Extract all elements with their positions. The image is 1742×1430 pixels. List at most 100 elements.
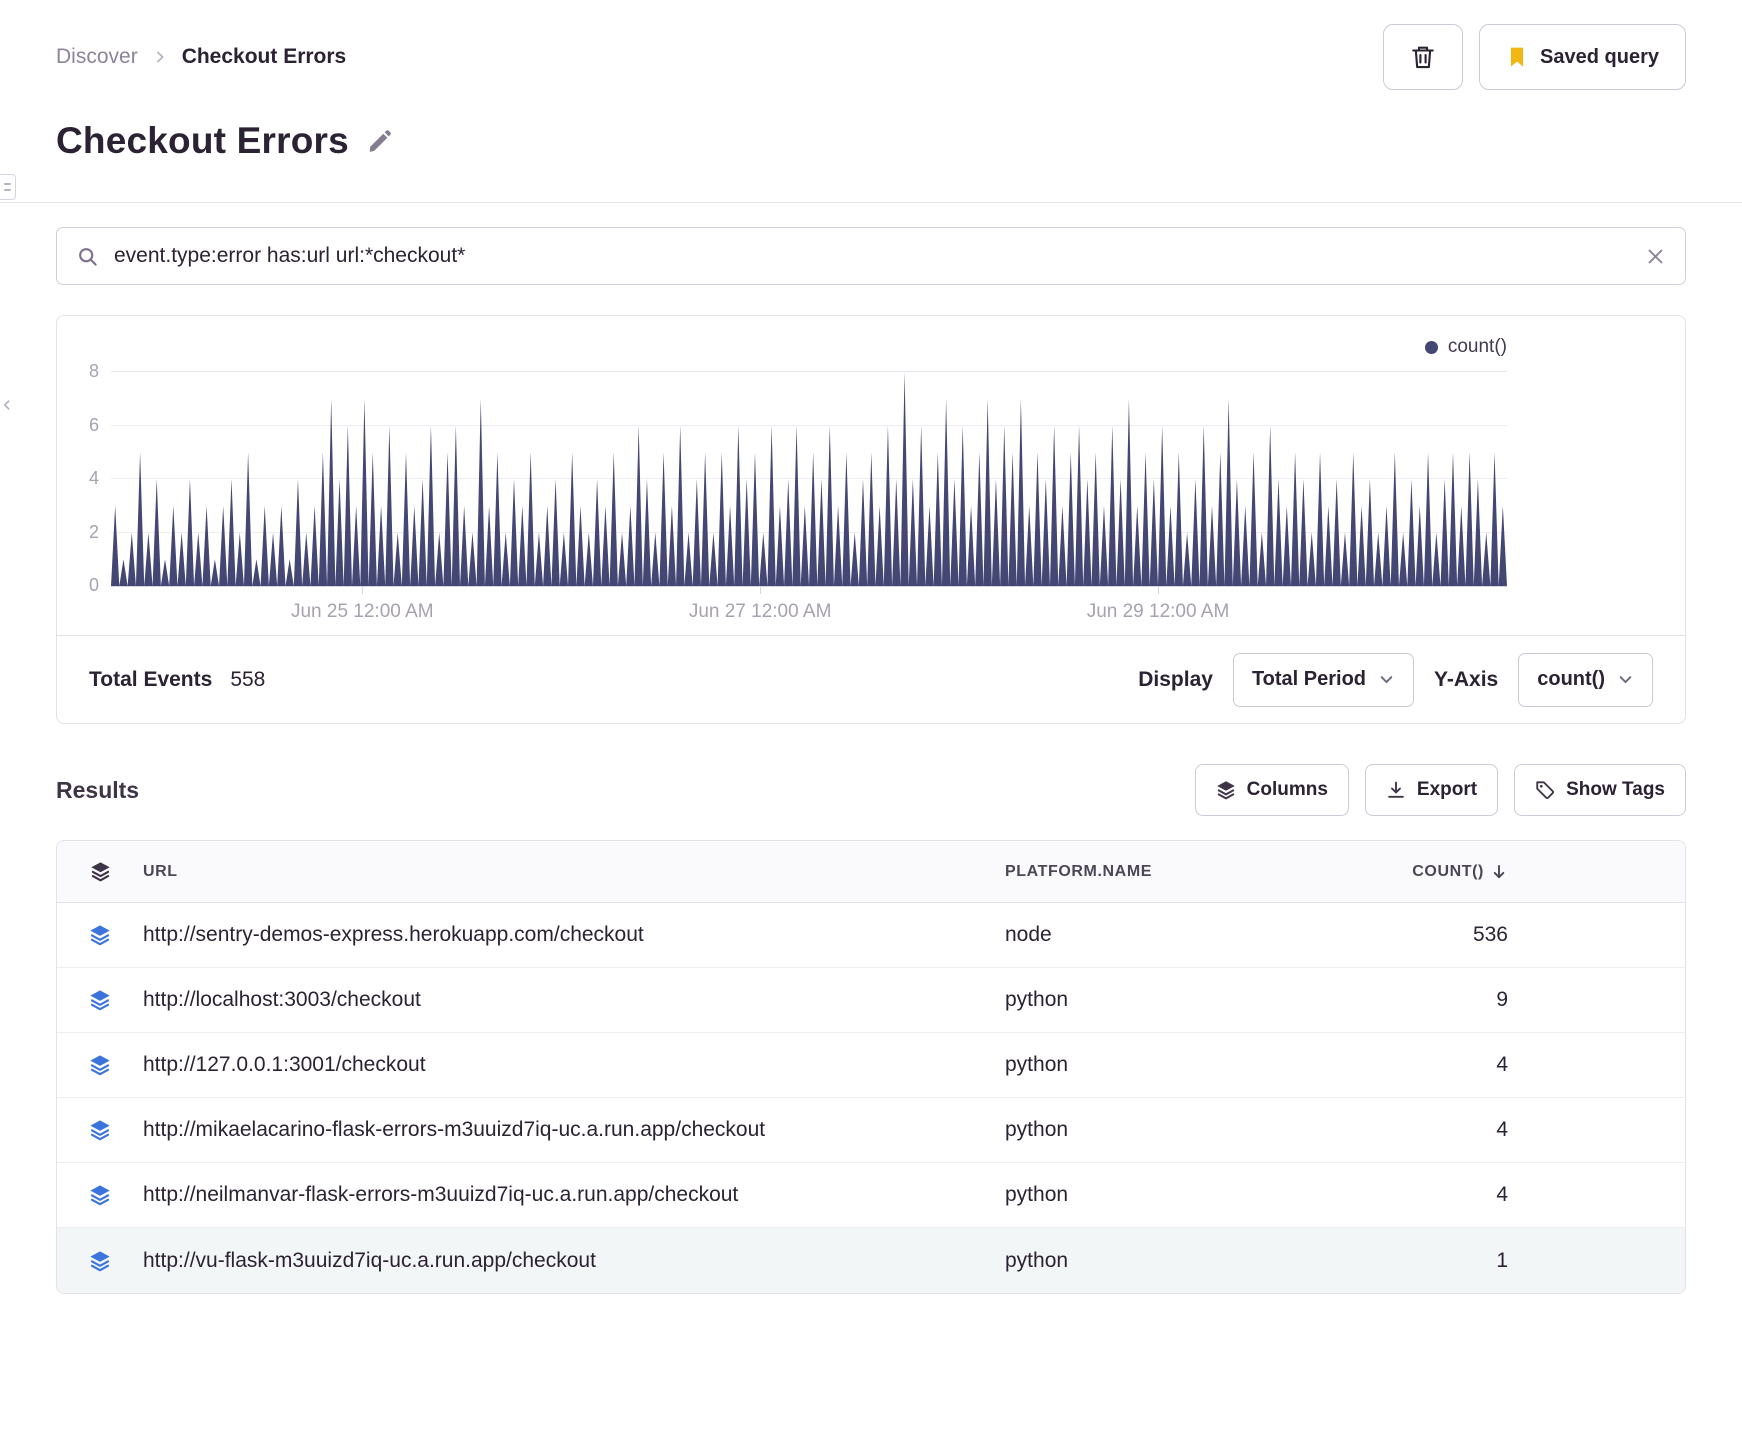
area-chart[interactable]: 0 2 4 6 8 xyxy=(89,361,1507,595)
row-url[interactable]: http://vu-flask-m3uuizd7iq-uc.a.run.app/… xyxy=(143,1249,1005,1273)
column-header-count[interactable]: COUNT() xyxy=(1395,863,1685,881)
stack-icon[interactable] xyxy=(89,1250,111,1272)
chart-controls: Display Total Period Y-Axis count() xyxy=(1138,652,1653,707)
row-url[interactable]: http://neilmanvar-flask-errors-m3uuizd7i… xyxy=(143,1183,1005,1207)
stack-column-icon[interactable] xyxy=(57,861,143,882)
delete-query-button[interactable] xyxy=(1383,24,1464,90)
row-count: 536 xyxy=(1472,923,1508,946)
panel-resize-handle[interactable] xyxy=(0,388,14,422)
results-header: Results Columns Export Show Tags xyxy=(56,764,1686,816)
x-axis-tick-label: Jun 29 12:00 AM xyxy=(1086,601,1230,622)
page-header: Discover Checkout Errors Saved query Che… xyxy=(0,0,1742,203)
chevron-down-icon xyxy=(1378,671,1395,688)
results-table: URL PLATFORM.NAME COUNT() http://sentry-… xyxy=(56,840,1686,1294)
results-actions: Columns Export Show Tags xyxy=(1194,764,1686,816)
discover-saved-query-page: Discover Checkout Errors Saved query Che… xyxy=(0,0,1742,1294)
stack-icon[interactable] xyxy=(89,989,111,1011)
total-events: Total Events 558 xyxy=(89,668,265,692)
row-platform: node xyxy=(1005,923,1052,946)
row-count: 4 xyxy=(1496,1118,1508,1141)
bookmark-icon xyxy=(1506,46,1528,68)
table-header-row: URL PLATFORM.NAME COUNT() xyxy=(57,841,1685,903)
show-tags-button-label: Show Tags xyxy=(1566,779,1665,800)
page-title: Checkout Errors xyxy=(56,120,349,161)
table-row[interactable]: http://mikaelacarino-flask-errors-m3uuiz… xyxy=(57,1098,1685,1163)
y-axis-tick-label: 6 xyxy=(88,414,99,435)
breadcrumb: Discover Checkout Errors xyxy=(56,45,346,69)
column-header-url[interactable]: URL xyxy=(143,863,1005,881)
row-platform: python xyxy=(1005,1248,1069,1272)
main-content: count() 0 2 4 6 8 Jun 25 12:00 AM Jun 27 12:0… xyxy=(0,203,1742,1294)
row-count: 4 xyxy=(1496,1183,1508,1206)
edit-title-icon[interactable] xyxy=(367,129,392,154)
column-header-platform[interactable]: PLATFORM.NAME xyxy=(1005,863,1395,881)
breadcrumb-discover-link[interactable]: Discover xyxy=(56,45,138,69)
legend-dot-icon xyxy=(1424,340,1438,354)
total-events-label: Total Events xyxy=(89,667,213,691)
x-axis-tick-label: Jun 25 12:00 AM xyxy=(290,601,434,622)
tag-icon xyxy=(1535,780,1555,800)
chevron-right-icon xyxy=(152,49,168,65)
results-heading: Results xyxy=(56,776,140,803)
export-button[interactable]: Export xyxy=(1364,764,1499,816)
search-input[interactable] xyxy=(114,244,1630,268)
breadcrumb-current: Checkout Errors xyxy=(181,45,347,68)
yaxis-label: Y-Axis xyxy=(1434,667,1499,691)
row-url[interactable]: http://mikaelacarino-flask-errors-m3uuiz… xyxy=(143,1118,1005,1142)
table-row[interactable]: http://127.0.0.1:3001/checkout python 4 xyxy=(57,1033,1685,1098)
saved-query-label: Saved query xyxy=(1540,45,1659,68)
chart-wrap: 02468 Jun 25 12:00 AM Jun 27 12:00 AM Jun … xyxy=(89,361,1507,635)
download-icon xyxy=(1386,780,1406,800)
show-tags-button[interactable]: Show Tags xyxy=(1514,764,1686,816)
table-row[interactable]: http://sentry-demos-express.herokuapp.co… xyxy=(57,903,1685,968)
y-axis-tick-label: 8 xyxy=(88,361,99,381)
table-row[interactable]: http://vu-flask-m3uuizd7iq-uc.a.run.app/… xyxy=(57,1228,1685,1293)
row-count: 4 xyxy=(1496,1053,1508,1076)
y-axis-tick-label: 0 xyxy=(88,575,99,595)
row-url[interactable]: http://127.0.0.1:3001/checkout xyxy=(143,1053,1005,1077)
clear-search-icon[interactable] xyxy=(1646,247,1665,266)
layers-icon xyxy=(1216,780,1236,800)
stack-icon[interactable] xyxy=(89,924,111,946)
x-axis-tick-label: Jun 27 12:00 AM xyxy=(688,601,832,622)
y-axis-tick-label: 4 xyxy=(88,468,99,488)
chart-legend[interactable]: count() xyxy=(1424,336,1507,358)
search-bar[interactable] xyxy=(56,227,1686,285)
yaxis-select[interactable]: count() xyxy=(1518,652,1653,707)
stack-icon[interactable] xyxy=(89,1054,111,1076)
row-platform: python xyxy=(1005,1053,1069,1076)
display-select[interactable]: Total Period xyxy=(1232,652,1415,707)
columns-button-label: Columns xyxy=(1246,779,1328,800)
stack-icon[interactable] xyxy=(89,1184,111,1206)
count-series-area xyxy=(111,372,1507,586)
row-url[interactable]: http://localhost:3003/checkout xyxy=(143,988,1005,1012)
legend-label: count() xyxy=(1447,336,1507,357)
row-platform: python xyxy=(1005,1183,1069,1206)
stack-icon[interactable] xyxy=(89,1119,111,1141)
row-platform: python xyxy=(1005,988,1069,1011)
columns-button[interactable]: Columns xyxy=(1194,764,1349,816)
yaxis-select-value: count() xyxy=(1537,668,1605,690)
row-count: 9 xyxy=(1496,988,1508,1011)
total-events-value: 558 xyxy=(230,667,266,691)
display-label: Display xyxy=(1138,667,1213,691)
chevron-down-icon xyxy=(1617,671,1634,688)
trash-icon xyxy=(1410,44,1436,70)
table-row[interactable]: http://localhost:3003/checkout python 9 xyxy=(57,968,1685,1033)
row-count: 1 xyxy=(1496,1248,1508,1272)
search-icon xyxy=(77,246,98,267)
chart-footer: Total Events 558 Display Total Period Y-… xyxy=(57,635,1685,723)
row-url[interactable]: http://sentry-demos-express.herokuapp.co… xyxy=(143,923,1005,947)
header-actions: Saved query xyxy=(1383,24,1686,90)
display-select-value: Total Period xyxy=(1251,668,1367,690)
sort-desc-icon xyxy=(1490,863,1508,881)
row-platform: python xyxy=(1005,1118,1069,1141)
export-button-label: Export xyxy=(1416,779,1478,800)
x-axis-labels: Jun 25 12:00 AM Jun 27 12:00 AM Jun 29 12:… xyxy=(111,587,1507,635)
sidebar-collapse-tab[interactable] xyxy=(0,174,16,200)
chart-panel: count() 0 2 4 6 8 Jun 25 12:00 AM Jun 27 12:0… xyxy=(56,315,1686,724)
table-row[interactable]: http://neilmanvar-flask-errors-m3uuizd7i… xyxy=(57,1163,1685,1228)
y-axis-tick-label: 2 xyxy=(88,521,99,542)
count-header-label: COUNT() xyxy=(1412,862,1484,880)
saved-query-button[interactable]: Saved query xyxy=(1479,24,1686,90)
